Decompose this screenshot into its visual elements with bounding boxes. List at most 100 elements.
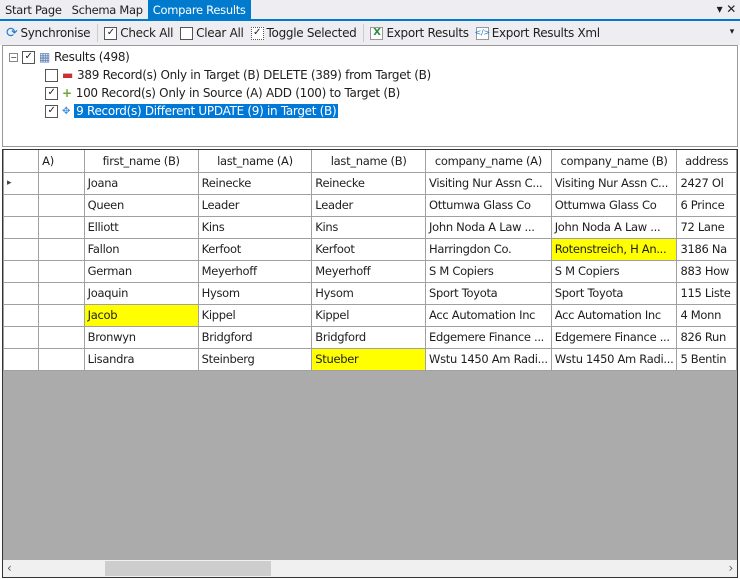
table-cell[interactable]: Hysom [311,281,426,305]
table-cell[interactable]: Sport Toyota [425,281,552,305]
column-header[interactable]: company_name (A) [425,150,552,173]
tab-compare-results[interactable]: Compare Results [147,0,251,19]
table-cell[interactable]: Ottumwa Glass Co [425,193,552,217]
row-header[interactable] [3,303,40,327]
item-checkbox[interactable]: ✓ [45,86,58,100]
table-cell[interactable]: Rotenstreich, H An... [550,237,678,261]
table-cell[interactable]: 3186 Na [676,237,737,261]
clear-all-button[interactable]: Clear All [180,26,244,40]
table-cell[interactable]: Bridgford [197,325,313,349]
check-all-button[interactable]: ✓ Check All [104,26,173,40]
row-header[interactable] [3,281,40,305]
table-cell[interactable]: Sport Toyota [550,281,678,305]
tree-item-delete[interactable]: ▬ 389 Record(s) Only in Target (B) DELET… [45,66,431,84]
table-cell[interactable]: Leader [311,193,426,217]
table-cell[interactable]: 883 How [676,259,737,283]
table-cell[interactable]: 4 Monn [676,303,737,327]
row-header[interactable] [3,215,40,239]
table-cell[interactable]: Fallon [83,237,199,261]
row-header[interactable] [3,237,40,261]
table-cell[interactable]: Kerfoot [311,237,426,261]
table-cell[interactable]: Jacob [83,303,199,327]
table-cell[interactable]: 5 Bentin [676,347,737,371]
toolbar-overflow-icon[interactable]: ▾ [730,27,735,37]
table-row[interactable]: Jacob Kippel Kippel Acc Automation Inc Acc A… [3,303,737,327]
table-cell[interactable]: Kippel [311,303,426,327]
column-header[interactable]: last_name (A) [197,150,313,173]
row-header[interactable] [3,259,40,283]
table-cell[interactable]: Joana [83,171,199,195]
table-cell[interactable] [38,193,85,217]
collapse-icon[interactable]: − [9,52,18,62]
table-cell[interactable]: John Noda A Law ... [550,215,678,239]
column-header[interactable]: A) [38,150,85,173]
horizontal-scrollbar[interactable]: ‹ › [3,560,737,577]
table-cell[interactable]: Meyerhoff [311,259,426,283]
table-cell[interactable]: Wstu 1450 Am Radi... [425,347,552,371]
table-cell[interactable]: Hysom [197,281,313,305]
close-icon[interactable]: ✕ [726,2,736,16]
table-cell[interactable]: 826 Run [676,325,737,349]
item-checkbox[interactable] [45,68,58,82]
table-cell[interactable]: Acc Automation Inc [425,303,552,327]
root-checkbox[interactable]: ✓ [22,50,35,64]
column-header[interactable]: address [676,150,737,173]
table-row[interactable]: Fallon Kerfoot Kerfoot Harringdon Co. Rotens… [3,237,737,261]
export-results-xml-button[interactable]: </> Export Results Xml [475,26,600,40]
table-cell[interactable] [38,215,85,239]
column-header[interactable]: company_name (B) [550,150,678,173]
table-cell[interactable]: Meyerhoff [197,259,313,283]
table-cell[interactable]: Steinberg [197,347,313,371]
table-cell[interactable]: Reinecke [311,171,426,195]
table-cell[interactable]: 2427 Ol [676,171,737,195]
tab-dropdown-icon[interactable]: ▾ [717,2,723,16]
table-row[interactable]: Queen Leader Leader Ottumwa Glass Co Ottumwa… [3,193,737,217]
table-cell[interactable]: Queen [83,193,199,217]
tree-item-update[interactable]: ✓ ✥ 9 Record(s) Different UPDATE (9) in … [45,102,339,120]
tree-root[interactable]: − ✓ ▦ Results (498) [9,48,130,66]
column-header[interactable]: last_name (B) [311,150,426,173]
table-cell[interactable]: Ottumwa Glass Co [550,193,678,217]
tree-item-add[interactable]: ✓ + 100 Record(s) Only in Source (A) ADD… [45,84,400,102]
item-checkbox[interactable]: ✓ [45,104,58,118]
table-cell[interactable]: Visiting Nur Assn C... [550,171,678,195]
tab-start-page[interactable]: Start Page [0,0,67,19]
table-row[interactable]: German Meyerhoff Meyerhoff S M Copiers S M C… [3,259,737,283]
scrollbar-thumb[interactable] [105,561,271,576]
table-cell[interactable] [38,171,85,195]
scroll-right-icon[interactable]: › [729,561,734,575]
table-row[interactable]: Elliott Kins Kins John Noda A Law ... John N… [3,215,737,239]
table-cell[interactable]: German [83,259,199,283]
table-cell[interactable]: S M Copiers [425,259,552,283]
table-cell[interactable]: Edgemere Finance ... [550,325,678,349]
table-cell[interactable]: John Noda A Law ... [425,215,552,239]
table-cell[interactable]: Kippel [197,303,313,327]
table-cell[interactable] [38,259,85,283]
row-header[interactable] [3,347,40,371]
table-cell[interactable]: Kins [311,215,426,239]
table-cell[interactable]: Reinecke [197,171,313,195]
table-cell[interactable]: Lisandra [83,347,199,371]
table-cell[interactable]: Kerfoot [197,237,313,261]
table-cell[interactable] [38,281,85,305]
table-cell[interactable]: Visiting Nur Assn C... [425,171,552,195]
table-cell[interactable] [38,347,85,371]
row-header[interactable] [3,325,40,349]
table-cell[interactable] [38,325,85,349]
table-cell[interactable]: Bridgford [311,325,426,349]
row-header[interactable] [3,193,40,217]
table-cell[interactable]: Stueber [311,347,426,371]
table-cell[interactable]: Elliott [83,215,199,239]
table-cell[interactable]: 6 Prince [676,193,737,217]
row-header[interactable]: ▸ [3,171,40,195]
table-cell[interactable] [38,237,85,261]
toggle-selected-button[interactable]: ✓ Toggle Selected [250,26,357,40]
table-cell[interactable]: Joaquin [83,281,199,305]
table-cell[interactable]: 72 Lane [676,215,737,239]
table-cell[interactable]: 115 Liste [676,281,737,305]
export-results-button[interactable]: X Export Results [370,26,469,40]
column-header[interactable]: first_name (B) [83,150,199,173]
synchronise-button[interactable]: ⟳ Synchronise [6,25,91,41]
tab-schema-map[interactable]: Schema Map [67,0,148,19]
scroll-left-icon[interactable]: ‹ [7,561,12,575]
